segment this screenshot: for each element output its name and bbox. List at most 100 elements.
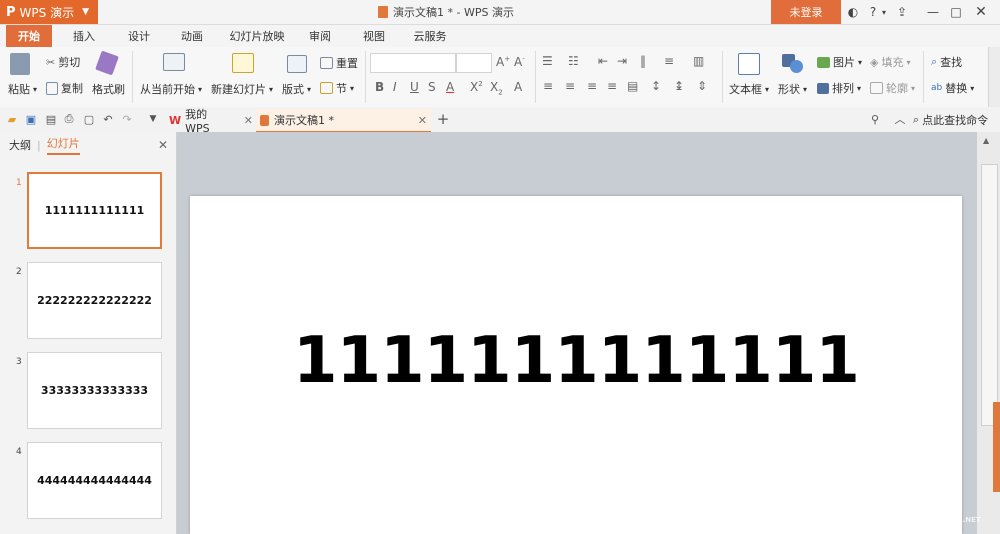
tab-view[interactable]: 视图 xyxy=(352,25,396,47)
text-direction-icon[interactable]: ‖ xyxy=(640,54,646,68)
customize-caret-icon[interactable]: ▼ xyxy=(146,112,160,126)
new-slide-icon[interactable] xyxy=(232,53,254,76)
layout-button[interactable]: 版式 ▾ xyxy=(282,81,311,97)
collapse-ribbon-icon[interactable]: ︿ xyxy=(893,112,907,126)
app-menu-button[interactable]: P WPS 演示 ▼ xyxy=(0,0,98,24)
export-pdf-icon[interactable]: ▤ xyxy=(44,112,58,126)
font-name-combo[interactable] xyxy=(370,53,456,73)
tab-design[interactable]: 设计 xyxy=(117,25,161,47)
side-panel-toggle[interactable] xyxy=(993,402,1000,492)
bullets-icon[interactable]: ☰ xyxy=(542,54,553,68)
tab-review[interactable]: 审阅 xyxy=(298,25,342,47)
clear-format-icon[interactable]: A xyxy=(514,80,522,94)
close-icon[interactable]: ✕ xyxy=(973,3,989,21)
close-icon[interactable]: ✕ xyxy=(418,114,427,127)
slide-number: 4 xyxy=(16,447,22,457)
wps-logo-icon: W xyxy=(169,113,182,127)
vertical-scrollbar[interactable]: ▲ xyxy=(977,132,1000,534)
superscript-icon[interactable]: X2 xyxy=(470,80,483,94)
align-left-icon[interactable]: ≡ xyxy=(543,79,553,93)
italic-icon[interactable]: I xyxy=(393,80,397,94)
arrange-button[interactable]: 排列 ▾ xyxy=(817,80,861,96)
increase-indent-icon[interactable]: ⇥ xyxy=(617,54,627,68)
align-center-icon[interactable]: ≡ xyxy=(565,79,575,93)
font-size-combo[interactable] xyxy=(456,53,492,73)
numbering-icon[interactable]: ☷ xyxy=(568,54,579,68)
font-color-icon[interactable]: A xyxy=(446,80,454,94)
save-icon[interactable]: ▣ xyxy=(24,112,38,126)
slide-text-box[interactable]: 1111111111111 xyxy=(190,324,962,398)
outline-button[interactable]: 轮廓 ▾ xyxy=(870,80,915,96)
command-search[interactable]: ⌕ 点此查找命令 xyxy=(913,112,988,128)
textbox-button[interactable]: 文本框 ▾ xyxy=(729,81,769,97)
tab-outline[interactable]: 大纲 xyxy=(9,137,31,153)
replace-button[interactable]: ab 替换 ▾ xyxy=(931,80,974,96)
login-button[interactable]: 未登录 xyxy=(771,0,841,24)
shrink-font-icon[interactable]: A- xyxy=(514,55,525,69)
pin-icon[interactable]: ⚲ xyxy=(868,112,882,126)
slide-thumbnail-4[interactable]: 444444444444444 xyxy=(27,442,162,519)
maximize-icon[interactable]: □ xyxy=(948,3,964,21)
reset-button[interactable]: 重置 xyxy=(320,55,358,71)
tab-home[interactable]: 开始 xyxy=(6,25,52,47)
minimize-icon[interactable]: — xyxy=(925,3,941,21)
scrollbar-thumb[interactable] xyxy=(981,164,998,426)
decrease-indent-icon[interactable]: ⇤ xyxy=(598,54,608,68)
bold-icon[interactable]: B xyxy=(375,80,384,94)
format-painter-icon[interactable] xyxy=(95,50,119,76)
slide-editor[interactable]: 1111111111111 xyxy=(177,132,977,534)
copy-button[interactable]: 复制 xyxy=(46,80,83,96)
new-tab-button[interactable]: + xyxy=(436,110,450,128)
from-current-button[interactable]: 从当前开始 ▾ xyxy=(140,81,202,97)
close-icon[interactable]: ✕ xyxy=(244,114,253,127)
underline-icon[interactable]: U xyxy=(410,80,419,94)
cut-button[interactable]: ✂ 剪切 xyxy=(46,54,80,70)
new-slide-button[interactable]: 新建幻灯片 ▾ xyxy=(211,81,273,97)
slide-thumbnail-1[interactable]: 1111111111111 xyxy=(27,172,162,249)
tab-cloud[interactable]: 云服务 xyxy=(404,25,456,47)
align-text-icon[interactable]: ≡ xyxy=(664,54,674,68)
paste-button[interactable]: 粘贴 ▾ xyxy=(8,81,37,97)
redo-icon[interactable]: ↷ xyxy=(120,112,134,126)
slide-thumbnail-2[interactable]: 222222222222222 xyxy=(27,262,162,339)
help-caret-icon[interactable]: ▾ xyxy=(880,3,888,21)
play-from-current-icon[interactable] xyxy=(163,53,185,74)
subscript-icon[interactable]: X2 xyxy=(490,80,503,96)
tab-my-wps[interactable]: W 我的WPS ✕ xyxy=(163,108,253,135)
scroll-up-icon[interactable]: ▲ xyxy=(983,136,989,145)
open-folder-icon[interactable]: ▰ xyxy=(5,112,19,126)
section-button[interactable]: 节 ▾ xyxy=(320,80,354,96)
align-right-icon[interactable]: ≡ xyxy=(587,79,597,93)
format-painter-button[interactable]: 格式刷 xyxy=(92,81,125,97)
paragraph-spacing-icon[interactable]: ↨ xyxy=(674,79,684,93)
vertical-align-icon[interactable]: ⇕ xyxy=(697,79,707,93)
skin-icon[interactable]: ◐ xyxy=(845,3,861,21)
help-button[interactable]: ? xyxy=(866,3,880,21)
fill-button[interactable]: ◈ 填充 ▾ xyxy=(870,54,910,70)
picture-button[interactable]: 图片 ▾ xyxy=(817,54,862,70)
slide-thumbnail-3[interactable]: 33333333333333 xyxy=(27,352,162,429)
layout-icon[interactable] xyxy=(287,55,307,76)
justify-icon[interactable]: ≡ xyxy=(607,79,617,93)
print-icon[interactable]: ⎙ xyxy=(62,112,76,126)
print-preview-icon[interactable]: ▢ xyxy=(82,112,96,126)
ribbon-scroll[interactable] xyxy=(988,47,1000,107)
close-icon[interactable]: ✕ xyxy=(158,138,168,152)
strikethrough-icon[interactable]: S xyxy=(428,80,436,94)
textbox-icon[interactable] xyxy=(738,53,760,78)
grow-font-icon[interactable]: A+ xyxy=(496,55,510,69)
paste-icon[interactable] xyxy=(10,53,30,78)
distribute-icon[interactable]: ▤ xyxy=(627,79,638,93)
tab-insert[interactable]: 插入 xyxy=(62,25,106,47)
shape-button[interactable]: 形状 ▾ xyxy=(778,81,807,97)
columns-icon[interactable]: ▥ xyxy=(693,54,704,68)
find-button[interactable]: ⌕ 查找 xyxy=(931,54,962,70)
caret-down-icon: ▾ xyxy=(803,84,808,94)
tab-slideshow[interactable]: 幻灯片放映 xyxy=(222,25,292,47)
tab-document[interactable]: 演示文稿1 * ✕ xyxy=(256,109,431,133)
line-spacing-icon[interactable]: ↕ xyxy=(651,79,661,93)
tab-slides[interactable]: 幻灯片 xyxy=(46,135,80,155)
upload-icon[interactable]: ⇪ xyxy=(893,3,911,21)
undo-icon[interactable]: ↶ xyxy=(101,112,115,126)
tab-animation[interactable]: 动画 xyxy=(170,25,214,47)
